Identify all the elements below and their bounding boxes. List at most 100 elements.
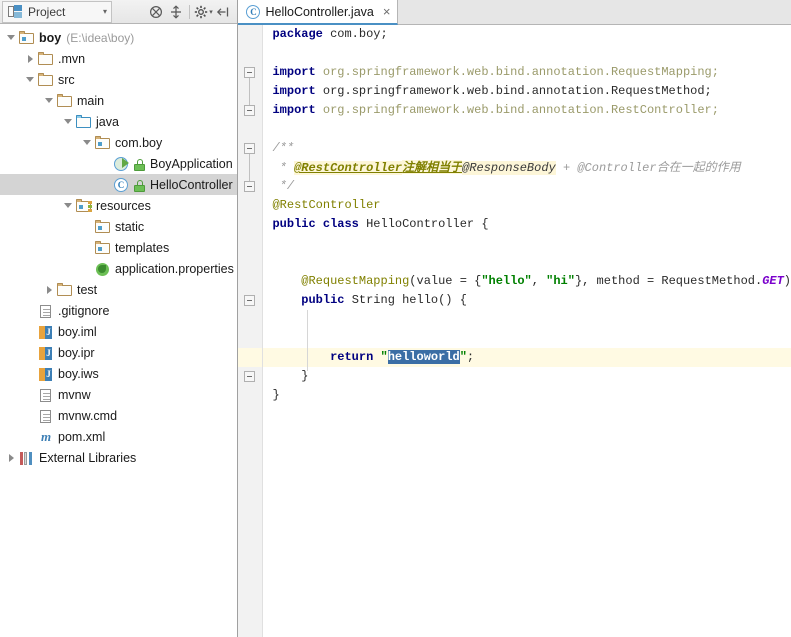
folder-icon: [57, 282, 73, 298]
tree-node-boy-iws[interactable]: Jboy.iws: [0, 363, 237, 384]
close-icon[interactable]: ×: [383, 5, 391, 18]
tree-node-src[interactable]: src: [0, 69, 237, 90]
project-view-selector[interactable]: Project ▾: [2, 0, 112, 23]
project-tree[interactable]: boy (E:\idea\boy) .mvn src main java com.boy Bo…: [0, 24, 238, 637]
project-toolbar: Project ▾ ▾: [0, 0, 238, 24]
fold-collapse-icon[interactable]: [244, 67, 256, 78]
tree-node-label: boy: [39, 30, 62, 45]
tree-node-gitignore[interactable]: .gitignore: [0, 300, 237, 321]
fold-collapse-icon[interactable]: [244, 295, 256, 306]
code-token: 注解相当于: [402, 160, 463, 174]
tree-arrow-placeholder: [82, 263, 93, 274]
fold-collapse-icon[interactable]: [244, 105, 256, 116]
tree-node-java[interactable]: java: [0, 111, 237, 132]
tree-node-templates[interactable]: templates: [0, 237, 237, 258]
java-class-icon: C: [114, 177, 130, 193]
code-line: }: [263, 367, 791, 386]
code-token: String hello() {: [351, 293, 467, 307]
chevron-down-icon[interactable]: [44, 95, 55, 106]
fold-collapse-icon[interactable]: [244, 143, 256, 154]
tree-node-mvnw-cmd[interactable]: mvnw.cmd: [0, 405, 237, 426]
tree-node-main[interactable]: main: [0, 90, 237, 111]
tree-node-label: resources: [96, 198, 151, 213]
code-token: (value = {: [409, 274, 482, 288]
chevron-right-icon[interactable]: [6, 452, 17, 463]
module-file-icon: J: [38, 366, 54, 382]
tree-node-boy-ipr[interactable]: Jboy.ipr: [0, 342, 237, 363]
code-token: public class: [272, 217, 367, 231]
tree-arrow-placeholder: [101, 158, 112, 169]
chevron-down-icon[interactable]: [82, 137, 93, 148]
code-editor[interactable]: package com.boy; import org.springframew…: [238, 25, 791, 637]
hide-panel-icon[interactable]: [213, 2, 233, 22]
tree-arrow-placeholder: [82, 221, 93, 232]
tree-arrow-placeholder: [25, 368, 36, 379]
tree-node-resources[interactable]: resources: [0, 195, 237, 216]
indent-guide: [307, 310, 309, 371]
tree-node-boy[interactable]: boy (E:\idea\boy): [0, 27, 237, 48]
tree-node-boyapplication[interactable]: BoyApplication: [0, 153, 237, 174]
code-text-area[interactable]: package com.boy; import org.springframew…: [263, 25, 791, 637]
public-visibility-badge-icon: [134, 178, 147, 192]
chevron-down-icon[interactable]: [63, 200, 74, 211]
tree-node-label: boy.ipr: [58, 345, 95, 360]
tree-node-mvnw[interactable]: mvnw: [0, 384, 237, 405]
settings-gear-icon[interactable]: ▾: [193, 2, 213, 22]
fold-collapse-icon[interactable]: [244, 181, 256, 192]
project-toolbar-actions: ▾: [146, 0, 237, 24]
ide-window: Project ▾ ▾ boy (E:\idea\boy) .mvn src m…: [0, 0, 791, 637]
editor-gutter[interactable]: [238, 25, 264, 637]
code-token: package: [272, 27, 331, 41]
collapse-all-icon[interactable]: [146, 2, 166, 22]
code-token: "hello": [481, 274, 532, 288]
code-token: org.springframework.web.bind.annotation.…: [322, 84, 712, 98]
tree-node-label: static: [115, 219, 145, 234]
expand-all-icon[interactable]: [166, 2, 186, 22]
chevron-right-icon[interactable]: [25, 53, 36, 64]
java-class-icon: C: [246, 4, 261, 19]
tree-node-label: java: [96, 114, 119, 129]
code-token: /**: [272, 141, 295, 155]
tree-node-label: .mvn: [58, 51, 86, 66]
tree-node-application-properties[interactable]: application.properties: [0, 258, 237, 279]
tree-node-external-libraries[interactable]: External Libraries: [0, 447, 237, 468]
code-line: @RestController: [263, 196, 791, 215]
tree-node-label: com.boy: [115, 135, 163, 150]
resources-folder-icon: [76, 198, 92, 214]
code-token: */: [272, 179, 295, 193]
tree-node-label: mvnw.cmd: [58, 408, 118, 423]
code-token: @RestController: [272, 198, 381, 212]
current-line-gutter-highlight: [238, 348, 263, 367]
folder-icon: [38, 51, 54, 67]
tree-node-hellocontroller[interactable]: C HelloController: [0, 174, 238, 195]
tree-node-pom-xml[interactable]: m pom.xml: [0, 426, 237, 447]
tree-node-test[interactable]: test: [0, 279, 237, 300]
chevron-down-icon[interactable]: ▾: [89, 7, 107, 16]
tree-node-com-boy[interactable]: com.boy: [0, 132, 237, 153]
chevron-down-icon[interactable]: [6, 32, 17, 43]
tree-node-static[interactable]: static: [0, 216, 237, 237]
selected-text: helloworld: [387, 350, 460, 364]
code-token: ": [380, 350, 388, 364]
tree-arrow-placeholder: [82, 242, 93, 253]
tree-node-label: .gitignore: [58, 303, 110, 318]
chevron-down-icon[interactable]: [25, 74, 36, 85]
tree-node-boy-iml[interactable]: Jboy.iml: [0, 321, 237, 342]
tree-node-mvn[interactable]: .mvn: [0, 48, 237, 69]
code-token: ,: [531, 274, 547, 288]
code-token: }: [272, 369, 309, 383]
chevron-down-icon[interactable]: [63, 116, 74, 127]
code-token: *: [272, 161, 295, 175]
toolbar-divider: [189, 4, 191, 19]
tree-arrow-placeholder: [101, 179, 112, 190]
code-token: import: [272, 103, 323, 117]
fold-collapse-icon[interactable]: [244, 371, 256, 382]
tab-hellocontroller-java[interactable]: C HelloController.java ×: [238, 0, 399, 25]
chevron-right-icon[interactable]: [44, 284, 55, 295]
code-line: @RequestMapping(value = {"hello", "hi"},…: [263, 272, 791, 291]
external-libraries-icon: [19, 450, 35, 466]
tab-bar-empty-space: [398, 0, 791, 24]
tree-arrow-placeholder: [25, 410, 36, 421]
